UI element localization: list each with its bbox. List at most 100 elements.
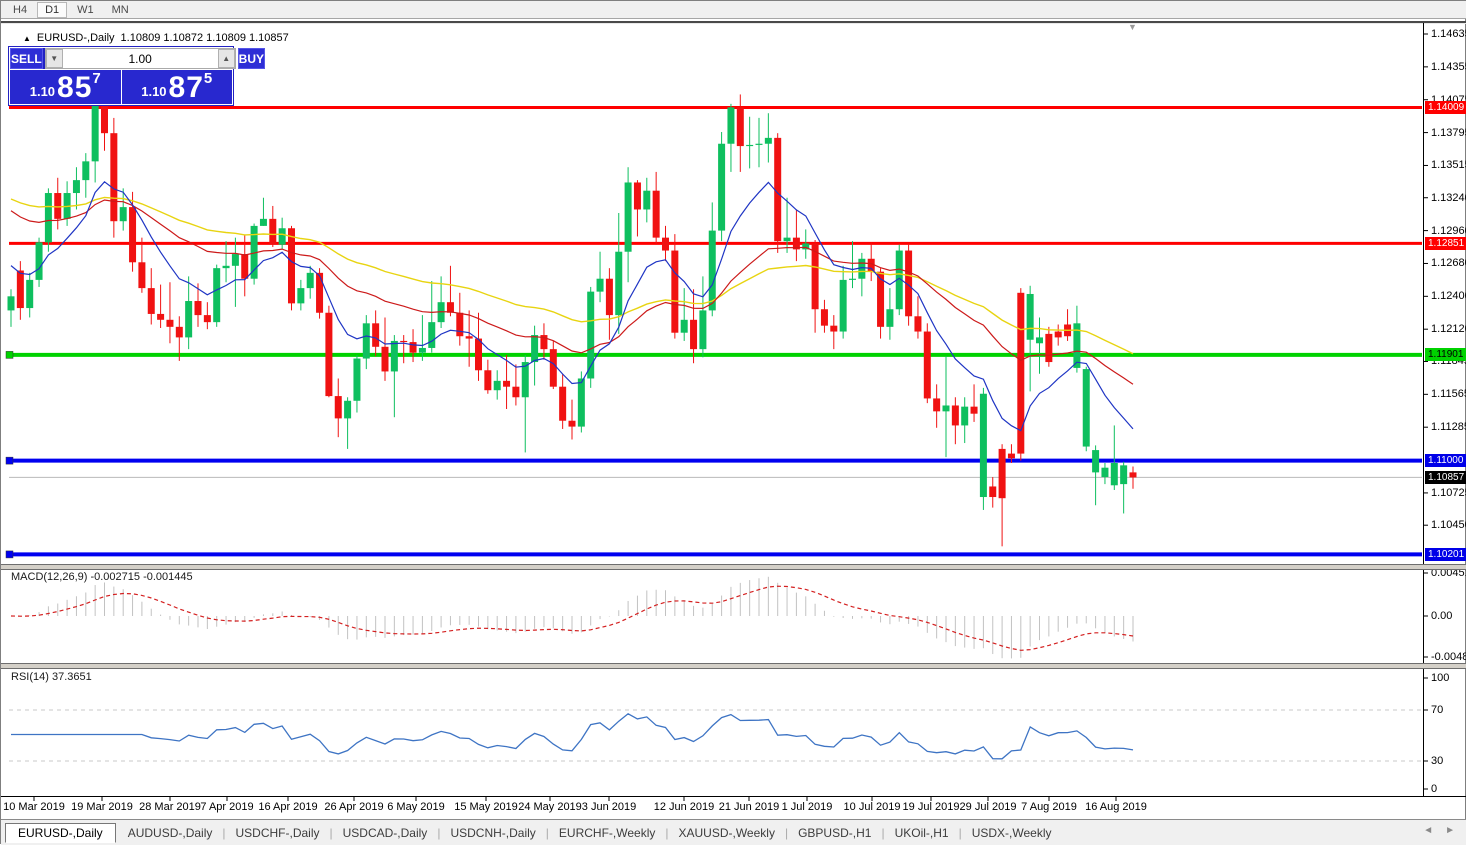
volume-decrease-icon[interactable]: ▼ xyxy=(45,49,63,68)
sell-price-main: 85 xyxy=(57,71,93,104)
candle-body xyxy=(344,400,352,419)
rsi-tick-label: 30 xyxy=(1431,755,1444,767)
candle-body xyxy=(456,312,464,337)
tab-scroll-arrows: ◄ ► xyxy=(1423,825,1455,836)
candle-body xyxy=(811,243,819,310)
price-tick-label: 1.14355 xyxy=(1431,60,1466,73)
candle-body xyxy=(1101,467,1109,478)
date-label: 7 Apr 2019 xyxy=(200,801,254,813)
candle-body xyxy=(849,278,856,280)
candle-body xyxy=(72,180,80,194)
candle-body xyxy=(446,302,454,313)
candle-body xyxy=(297,288,305,304)
candle-body xyxy=(428,322,436,348)
candle-body xyxy=(231,254,239,266)
candle-body xyxy=(1120,465,1128,485)
date-label: 16 Aug 2019 xyxy=(1085,801,1147,813)
candle-body xyxy=(923,331,931,399)
sell-price-prefix: 1.10 xyxy=(29,84,56,99)
date-label: 24 May 2019 xyxy=(518,801,582,813)
volume-increase-icon[interactable]: ▲ xyxy=(217,49,235,68)
candle-body xyxy=(362,323,370,359)
macd-tick-label: -0.004806 xyxy=(1431,651,1466,663)
candle-body xyxy=(26,279,34,309)
symbol-tab-ukoil-h1[interactable]: UKOil-,H1 xyxy=(885,824,959,842)
candle-body xyxy=(110,133,118,222)
macd-tick-label: 0.00 xyxy=(1431,610,1453,622)
candle-body xyxy=(718,143,726,231)
price-tick-label: 1.13515 xyxy=(1431,159,1466,172)
sell-price-quote[interactable]: 1.10 85 7 xyxy=(10,70,122,104)
symbol-tab-usdchf-daily[interactable]: USDCHF-,Daily xyxy=(226,824,330,842)
price-tag-1.11901: 1.11901 xyxy=(1425,348,1466,362)
symbol-tab-eurusd-daily[interactable]: EURUSD-,Daily xyxy=(5,822,116,843)
main-macd-divider[interactable] xyxy=(1,564,1466,570)
candle-body xyxy=(1092,450,1100,473)
price-tick-label: 1.10450 xyxy=(1431,519,1466,532)
symbol-tab-eurchf-weekly[interactable]: EURCHF-,Weekly xyxy=(549,824,665,842)
candle-body xyxy=(521,362,529,398)
candle-body xyxy=(577,378,585,427)
candle-body xyxy=(493,380,501,391)
candle-body xyxy=(680,319,688,333)
price-tick-label: 1.12120 xyxy=(1431,323,1466,336)
candle-body xyxy=(400,340,408,343)
candle-body xyxy=(942,405,950,412)
price-tick-label: 1.11565 xyxy=(1431,388,1466,401)
symbol-tab-audusd-daily[interactable]: AUDUSD-,Daily xyxy=(118,824,223,842)
candle-body xyxy=(615,251,623,316)
trade-panel-collapse-arrow-icon[interactable]: ▲ xyxy=(23,34,31,43)
symbol-tab-gbpusd-h1[interactable]: GBPUSD-,H1 xyxy=(788,824,881,842)
candle-body xyxy=(998,448,1006,499)
candle-body xyxy=(278,228,286,245)
date-label: 28 Mar 2019 xyxy=(139,801,201,813)
buy-button[interactable]: BUY xyxy=(237,48,266,69)
chart-canvas[interactable] xyxy=(1,1,1466,845)
candle-body xyxy=(830,325,838,332)
symbol-tab-usdcad-daily[interactable]: USDCAD-,Daily xyxy=(333,824,438,842)
chart-shift-marker-icon[interactable]: ▼ xyxy=(1128,22,1137,32)
candle-body xyxy=(746,144,754,147)
candle-body xyxy=(503,380,511,387)
candle-body xyxy=(1082,369,1090,447)
candle-body xyxy=(624,182,632,252)
candle-body xyxy=(652,190,660,238)
price-tick-label: 1.11285 xyxy=(1431,421,1466,434)
candle-body xyxy=(820,309,828,326)
macd-rsi-divider[interactable] xyxy=(1,663,1466,669)
volume-input[interactable] xyxy=(62,49,218,68)
sell-button[interactable]: SELL xyxy=(10,48,43,69)
candle-body xyxy=(306,272,314,289)
candle-body xyxy=(475,338,482,371)
level-line-handle xyxy=(5,351,14,359)
tab-scroll-left-icon[interactable]: ◄ xyxy=(1423,825,1433,836)
candle-body xyxy=(970,406,978,414)
candle-body xyxy=(531,335,539,363)
level-line-handle xyxy=(5,456,14,465)
symbol-tab-usdx-weekly[interactable]: USDX-,Weekly xyxy=(962,824,1062,842)
chart-symbol-label: EURUSD-,Daily xyxy=(36,32,115,44)
price-axis-border xyxy=(1423,23,1424,797)
buy-price-quote[interactable]: 1.10 87 5 xyxy=(121,70,232,104)
macd-indicator-label: MACD(12,26,9) -0.002715 -0.001445 xyxy=(11,571,193,583)
price-tick-label: 1.13240 xyxy=(1431,191,1466,204)
candle-body xyxy=(671,250,679,333)
candle-body xyxy=(194,301,202,316)
ma-fast-line xyxy=(10,180,1134,432)
candle-body xyxy=(764,137,772,144)
candle-body xyxy=(979,393,987,498)
symbol-tab-usdcnh-daily[interactable]: USDCNH-,Daily xyxy=(440,824,545,842)
symbol-tab-xauusd-weekly[interactable]: XAUUSD-,Weekly xyxy=(668,824,784,842)
macd-histogram xyxy=(19,576,1134,659)
candle-body xyxy=(35,242,43,280)
candle-body xyxy=(465,336,473,339)
buy-price-prefix: 1.10 xyxy=(141,84,167,99)
candle-body xyxy=(175,326,183,338)
candle-body xyxy=(708,230,716,311)
tab-scroll-right-icon[interactable]: ► xyxy=(1445,825,1455,836)
date-label: 29 Jul 2019 xyxy=(959,801,1017,813)
candle-body xyxy=(222,265,230,269)
price-tick-label: 1.12680 xyxy=(1431,257,1466,270)
date-label: 1 Jul 2019 xyxy=(781,801,833,813)
candle-body xyxy=(914,316,922,332)
